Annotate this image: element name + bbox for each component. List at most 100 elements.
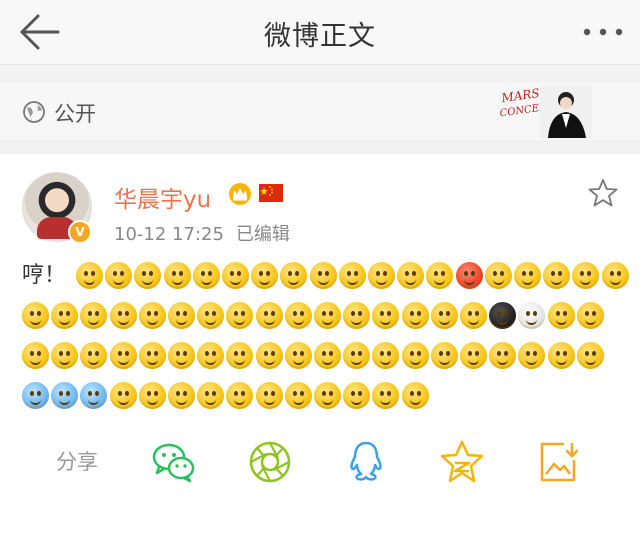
- emoji-icon: [314, 342, 341, 369]
- emoji-icon: [226, 382, 254, 409]
- emoji-icon: [401, 342, 429, 369]
- crown-icon: [229, 183, 251, 205]
- emoji-icon: [460, 302, 487, 329]
- emoji-icon: [197, 342, 225, 369]
- emoji-mouth: [584, 359, 596, 365]
- emoji-icon: [368, 262, 395, 289]
- emoji-mouth: [551, 279, 563, 285]
- emoji-icon: [51, 382, 79, 409]
- emoji-icon: [489, 342, 517, 369]
- emoji-mouth: [146, 319, 158, 325]
- emoji-icon: [601, 262, 629, 289]
- emoji-icon: [255, 302, 283, 329]
- emoji-mouth: [380, 399, 392, 405]
- emoji-mouth: [526, 359, 538, 365]
- emoji-mouth: [88, 319, 100, 325]
- emoji-icon: [547, 342, 575, 369]
- emoji-icon: [309, 262, 337, 289]
- save-image-icon[interactable]: [534, 438, 582, 486]
- emoji-icon: [80, 302, 108, 329]
- emoji-mouth: [117, 359, 129, 365]
- emoji-mouth: [205, 319, 217, 325]
- emoji-icon: [22, 342, 49, 369]
- emoji-mouth: [322, 359, 333, 365]
- emoji-mouth: [555, 359, 567, 365]
- emoji-icon: [338, 262, 366, 289]
- emoji-icon: [255, 382, 283, 409]
- emoji-icon: [22, 302, 49, 329]
- emoji-icon: [343, 302, 371, 329]
- share-bar: 分享: [0, 434, 640, 494]
- china-flag-icon: [259, 184, 283, 202]
- emoji-icon: [163, 262, 191, 289]
- emoji-mouth: [30, 319, 41, 325]
- emoji-icon: [80, 342, 108, 369]
- emoji-mouth: [322, 319, 333, 325]
- author-name[interactable]: 华晨宇yu: [114, 180, 211, 214]
- qzone-share-icon[interactable]: [438, 438, 486, 486]
- emoji-mouth: [409, 399, 421, 405]
- emoji-mouth: [176, 399, 187, 405]
- emoji-icon: [226, 302, 254, 329]
- emoji-icon: [255, 342, 283, 369]
- emoji-icon: [430, 342, 458, 369]
- emoji-mouth: [463, 279, 475, 285]
- section-divider: [0, 142, 640, 154]
- emoji-icon: [226, 342, 254, 369]
- emoji-icon: [284, 382, 312, 409]
- emoji-icon: [284, 342, 312, 369]
- emoji-mouth: [584, 319, 596, 325]
- concert-banner[interactable]: MARS CONCERT: [498, 84, 596, 140]
- emoji-mouth: [438, 319, 450, 325]
- emoji-mouth: [288, 279, 300, 285]
- emoji-mouth: [346, 279, 358, 285]
- emoji-icon: [76, 262, 103, 289]
- emoji-icon: [222, 262, 249, 289]
- emoji-mouth: [113, 279, 125, 285]
- emoji-mouth: [176, 359, 187, 365]
- emoji-mouth: [322, 399, 333, 405]
- page-title: 微博正文: [264, 21, 376, 52]
- emoji-mouth: [117, 319, 129, 325]
- emoji-icon: [105, 262, 133, 289]
- wechat-share-icon[interactable]: [150, 438, 198, 486]
- emoji-mouth: [234, 399, 246, 405]
- emoji-icon: [514, 262, 541, 289]
- emoji-mouth: [380, 319, 392, 325]
- emoji-icon: [343, 342, 371, 369]
- star-outline-icon[interactable]: [588, 178, 618, 208]
- emoji-mouth: [84, 279, 95, 285]
- verified-badge: V: [68, 220, 92, 244]
- emoji-icon: [547, 302, 575, 329]
- edited-label[interactable]: 已编辑: [236, 224, 290, 245]
- emoji-mouth: [176, 319, 187, 325]
- emoji-icon: [197, 382, 225, 409]
- emoji-mouth: [497, 359, 509, 365]
- emoji-icon: [168, 302, 195, 329]
- emoji-mouth: [205, 359, 217, 365]
- emoji-icon: [397, 262, 425, 289]
- more-dots-icon[interactable]: [580, 20, 626, 44]
- emoji-icon: [109, 382, 137, 409]
- emoji-mouth: [30, 399, 41, 405]
- emoji-mouth: [259, 279, 271, 285]
- emoji-mouth: [405, 279, 417, 285]
- share-label: 分享: [56, 450, 98, 474]
- qq-share-icon[interactable]: [342, 438, 390, 486]
- emoji-mouth: [376, 279, 387, 285]
- globe-icon: [23, 101, 45, 123]
- emoji-mouth: [263, 399, 275, 405]
- emoji-icon: [109, 302, 137, 329]
- post-meta: 10-12 17:25 已编辑: [114, 220, 290, 246]
- emoji-icon: [197, 302, 225, 329]
- emoji-icon: [518, 342, 546, 369]
- emoji-mouth: [117, 399, 129, 405]
- moments-share-icon[interactable]: [246, 438, 294, 486]
- emoji-mouth: [351, 359, 363, 365]
- emoji-icon: [372, 342, 400, 369]
- emoji-icon: [576, 302, 604, 329]
- emoji-mouth: [351, 319, 363, 325]
- emoji-icon: [284, 302, 312, 329]
- emoji-mouth: [59, 399, 71, 405]
- emoji-icon: [401, 302, 429, 329]
